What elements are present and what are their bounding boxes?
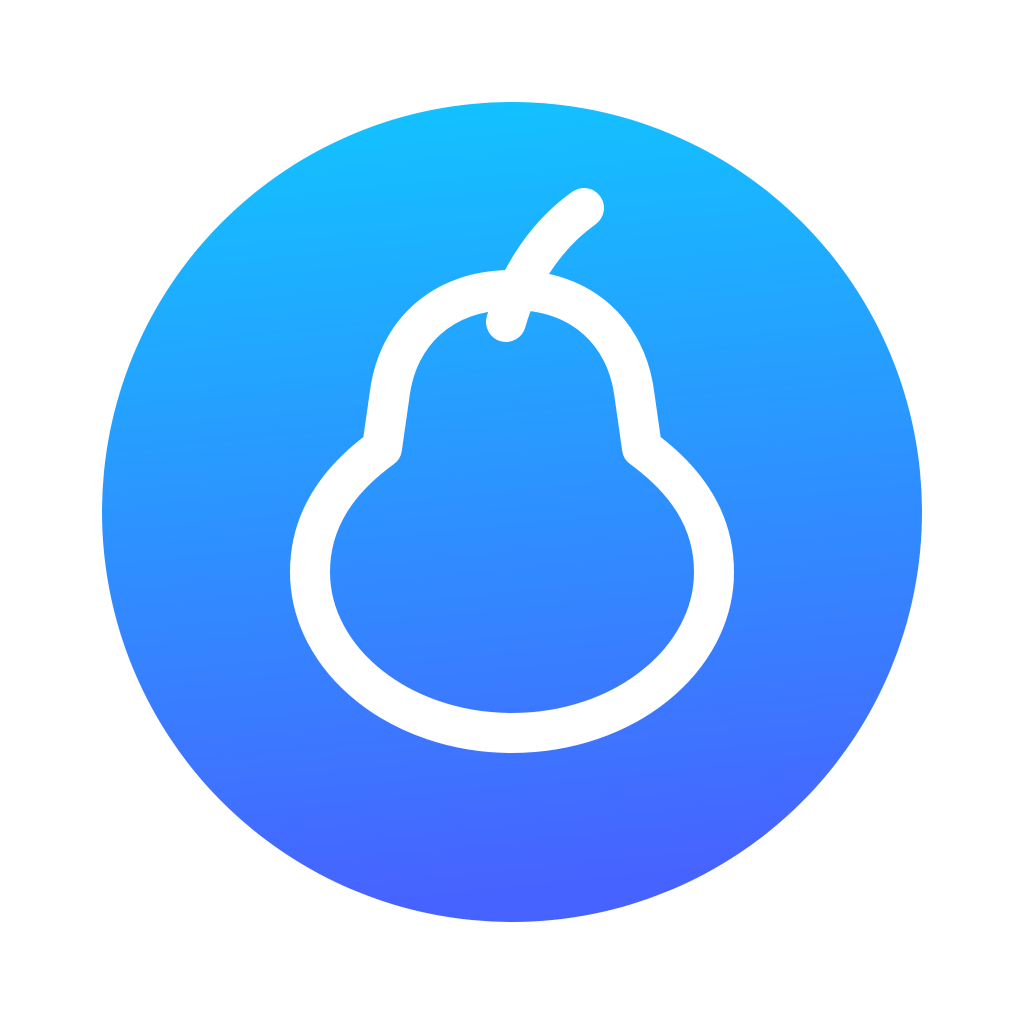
app-icon [102, 102, 922, 922]
icon-background-circle [102, 102, 922, 922]
app-icon-canvas [0, 0, 1024, 1024]
